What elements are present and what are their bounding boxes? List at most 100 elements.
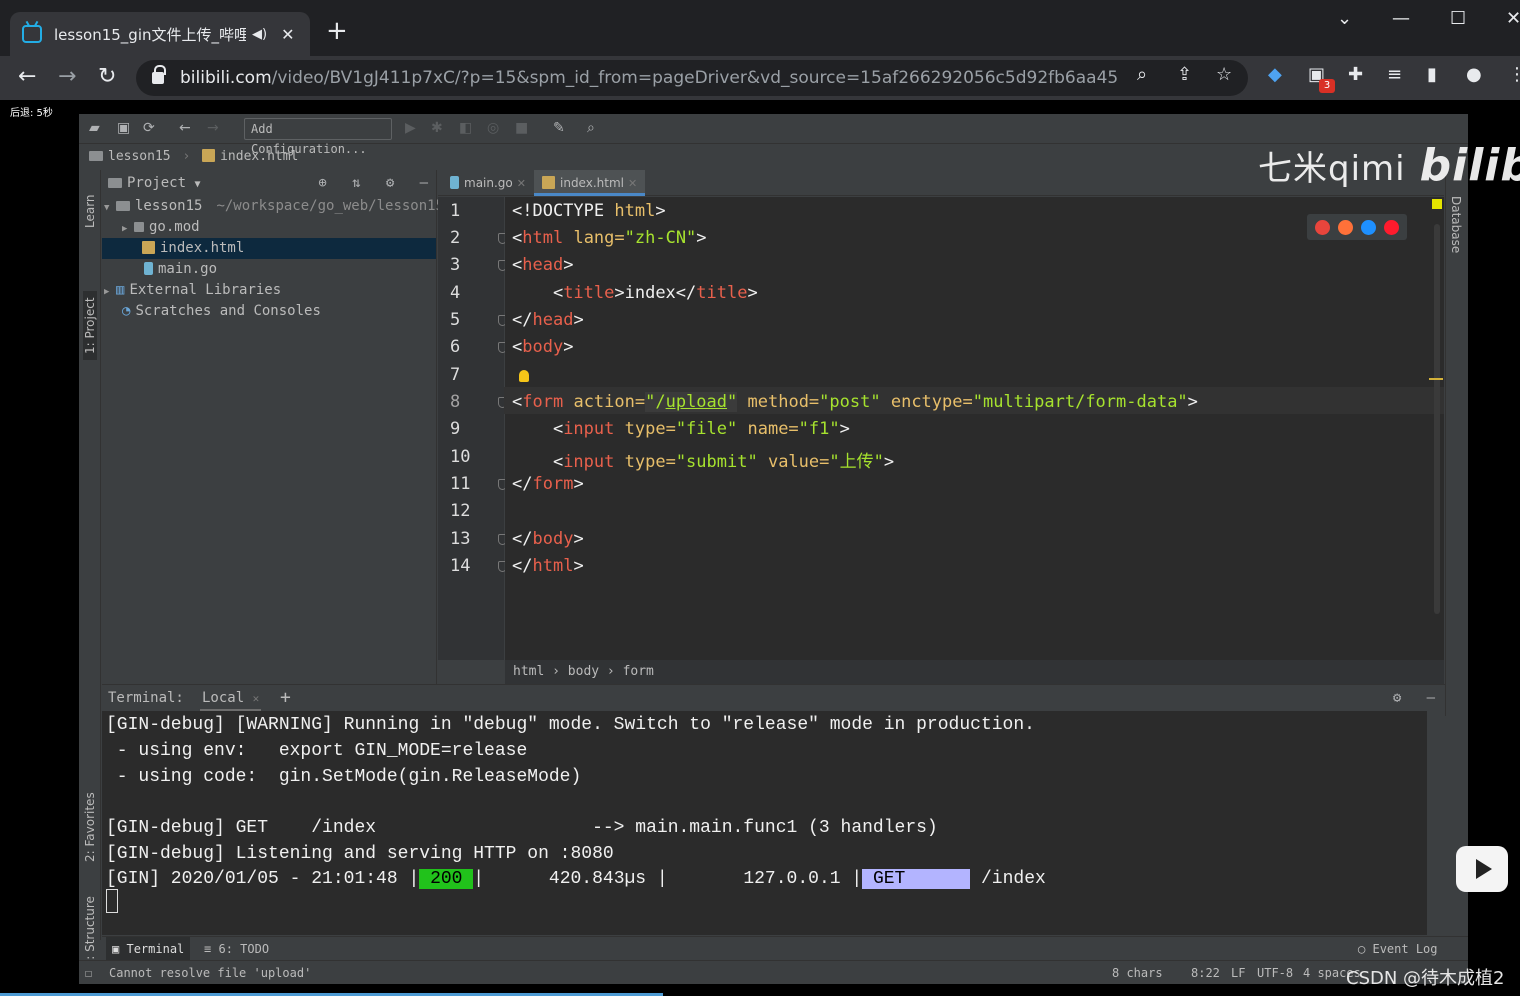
sync-icon[interactable]: ⟳ [143, 120, 155, 136]
nav-back-icon[interactable]: ← [179, 120, 191, 136]
extensions-puzzle-icon[interactable]: ✚ [1348, 64, 1363, 85]
learn-tool-tab[interactable]: Learn [83, 194, 97, 228]
todo-tool-tab[interactable]: ≡ 6: TODO [198, 937, 275, 961]
tree-item-main-go[interactable]: main.go [102, 259, 436, 280]
status-position[interactable]: 8:22 [1191, 961, 1220, 984]
hide-icon[interactable]: — [1427, 690, 1435, 706]
tab-title: lesson15_gin文件上传_哔哩 [54, 25, 246, 44]
gear-icon[interactable]: ⚙ [1393, 690, 1401, 706]
browser-tab[interactable]: lesson15_gin文件上传_哔哩 ◀︎) ✕ [10, 12, 310, 56]
forward-icon[interactable]: → [58, 64, 76, 90]
tree-item-external-libraries[interactable]: ▶ ▥ External Libraries [102, 280, 436, 301]
maximize-icon[interactable]: ☐ [1450, 8, 1466, 29]
extension-shield-icon[interactable]: ◆ [1268, 64, 1282, 85]
tab-close-icon[interactable]: ✕ [628, 177, 637, 190]
tab-main-go[interactable]: main.go ✕ [442, 170, 534, 196]
settings-wrench-icon[interactable]: ✎ [553, 120, 565, 136]
menu-dots-icon[interactable]: ⋮ [1508, 64, 1520, 85]
terminal-output[interactable]: [GIN-debug] [WARNING] Running in "debug"… [102, 711, 1427, 935]
tree-item-index-html[interactable]: index.html [102, 238, 436, 259]
share-icon[interactable]: ⇪ [1177, 64, 1192, 85]
tab-index-html[interactable]: index.html ✕ [534, 170, 646, 196]
status-encoding[interactable]: UTF-8 [1257, 961, 1293, 984]
lock-icon[interactable] [152, 65, 166, 84]
line-number: 1 [450, 201, 461, 221]
chrome-icon[interactable] [1315, 219, 1330, 235]
opera-icon[interactable] [1384, 219, 1399, 235]
gear-icon[interactable]: ⚙ [386, 175, 394, 191]
nav-crumb-project[interactable]: lesson15 [108, 149, 171, 164]
debug-icon[interactable]: ✱ [431, 120, 443, 136]
tree-item-scratches[interactable]: ◔ Scratches and Consoles [102, 301, 436, 322]
open-folder-icon[interactable]: ▰ [89, 120, 100, 136]
editor-scrollbar[interactable] [1434, 224, 1440, 614]
database-tool-tab[interactable]: Database [1449, 196, 1463, 253]
status-line-separator[interactable]: LF [1231, 961, 1245, 984]
stop-icon[interactable]: ■ [515, 120, 528, 136]
intention-bulb-icon[interactable] [519, 370, 529, 382]
coverage-icon[interactable]: ◧ [459, 120, 472, 136]
new-terminal-icon[interactable]: + [280, 685, 291, 711]
go-file-icon [450, 176, 459, 189]
speaker-icon[interactable]: ◀︎) [252, 27, 267, 42]
tree-item-lesson15[interactable]: ▼ lesson15 ~/workspace/go_web/lesson15 [102, 196, 444, 219]
project-view-selector[interactable]: Project [127, 175, 186, 191]
video-play-icon[interactable] [1456, 846, 1508, 892]
event-log-tab[interactable]: ◯ Event Log [1352, 937, 1444, 961]
profile-icon[interactable]: ◎ [487, 120, 499, 136]
side-panel-icon[interactable]: ▮ [1427, 64, 1437, 85]
add-configuration-button[interactable]: Add Configuration... [244, 118, 392, 156]
line-number: 10 [450, 447, 471, 467]
project-tool-tab[interactable]: 1: Project [83, 291, 97, 360]
inspection-status-icon[interactable] [1432, 199, 1442, 209]
terminal-line-request: [GIN] 2020/01/05 - 21:01:48 | 200 | 420.… [106, 869, 1046, 889]
event-log-icon: ◯ [1358, 942, 1366, 956]
close-icon[interactable]: ✕ [253, 692, 260, 705]
profile-avatar-icon[interactable]: ● [1466, 64, 1482, 85]
tree-item-go-mod[interactable]: ▶ go.mod [102, 217, 436, 238]
locate-icon[interactable]: ⊕ [318, 175, 326, 191]
tab-close-icon[interactable]: ✕ [517, 177, 526, 190]
tab-close-icon[interactable]: ✕ [281, 25, 294, 44]
expanded-arrow-icon[interactable]: ▼ [104, 198, 116, 219]
project-panel: Project ▼ ⊕ ⇅ ⚙ — ▼ lesson15 ~/workspace/g… [102, 170, 444, 684]
collapsed-arrow-icon[interactable]: ▶ [104, 282, 116, 303]
line-number-gutter: 1 2 3 4 5 6 7 8 9 10 11 12 13 14 [438, 197, 507, 660]
line-number: 5 [450, 310, 461, 330]
terminal-tool-tab[interactable]: ▣ Terminal [106, 937, 191, 961]
code-breadcrumbs[interactable]: html › body › form [505, 660, 1444, 684]
firefox-icon[interactable] [1338, 219, 1353, 235]
new-tab-button[interactable]: + [326, 16, 348, 46]
terminal-tab-local[interactable]: Local ✕ [200, 685, 262, 711]
run-icon[interactable]: ▶ [405, 120, 416, 136]
tab-search-icon[interactable]: ⌄ [1337, 8, 1352, 29]
code-editor[interactable]: <!DOCTYPE html> <html lang="zh-CN"> <hea… [504, 197, 1444, 660]
reload-icon[interactable]: ↻ [98, 64, 116, 90]
zoom-icon[interactable]: ⌕ [1137, 64, 1147, 85]
nav-crumb-file[interactable]: index.html [220, 149, 298, 164]
address-bar[interactable]: bilibili.com/video/BV1gJ411p7xC/?p=15&sp… [136, 60, 1248, 96]
warning-stripe-marker[interactable] [1429, 378, 1443, 380]
bookmark-star-icon[interactable]: ☆ [1216, 64, 1232, 85]
safari-icon[interactable] [1361, 219, 1376, 235]
chevron-down-icon[interactable]: ▼ [194, 179, 200, 190]
reading-list-icon[interactable]: ≡ [1387, 64, 1402, 85]
save-icon[interactable]: ▣ [117, 120, 130, 136]
request-prefix: [GIN] 2020/01/05 - 21:01:48 | [106, 869, 420, 889]
collapse-icon[interactable]: ⇅ [352, 175, 360, 191]
favorites-tool-tab[interactable]: 2: Favorites [83, 792, 97, 862]
hide-icon[interactable]: — [420, 175, 428, 191]
browser-preview-bar [1307, 214, 1407, 240]
status-window-icon[interactable]: ☐ [85, 961, 92, 984]
tree-item-label: go.mod [149, 219, 200, 235]
back-icon[interactable]: ← [18, 64, 36, 90]
nav-forward-icon[interactable]: → [207, 120, 219, 136]
bilibili-watermark: 七米qimi bilibili [1258, 140, 1520, 191]
tab-label: index.html [560, 176, 624, 190]
minimize-icon[interactable]: — [1392, 8, 1410, 29]
close-window-icon[interactable]: ✕ [1506, 8, 1520, 29]
request-path: /index [970, 869, 1046, 889]
structure-tool-tab[interactable]: Z: Structure [83, 896, 97, 968]
collapsed-arrow-icon[interactable]: ▶ [122, 219, 134, 240]
search-everywhere-icon[interactable]: ⌕ [587, 120, 595, 136]
